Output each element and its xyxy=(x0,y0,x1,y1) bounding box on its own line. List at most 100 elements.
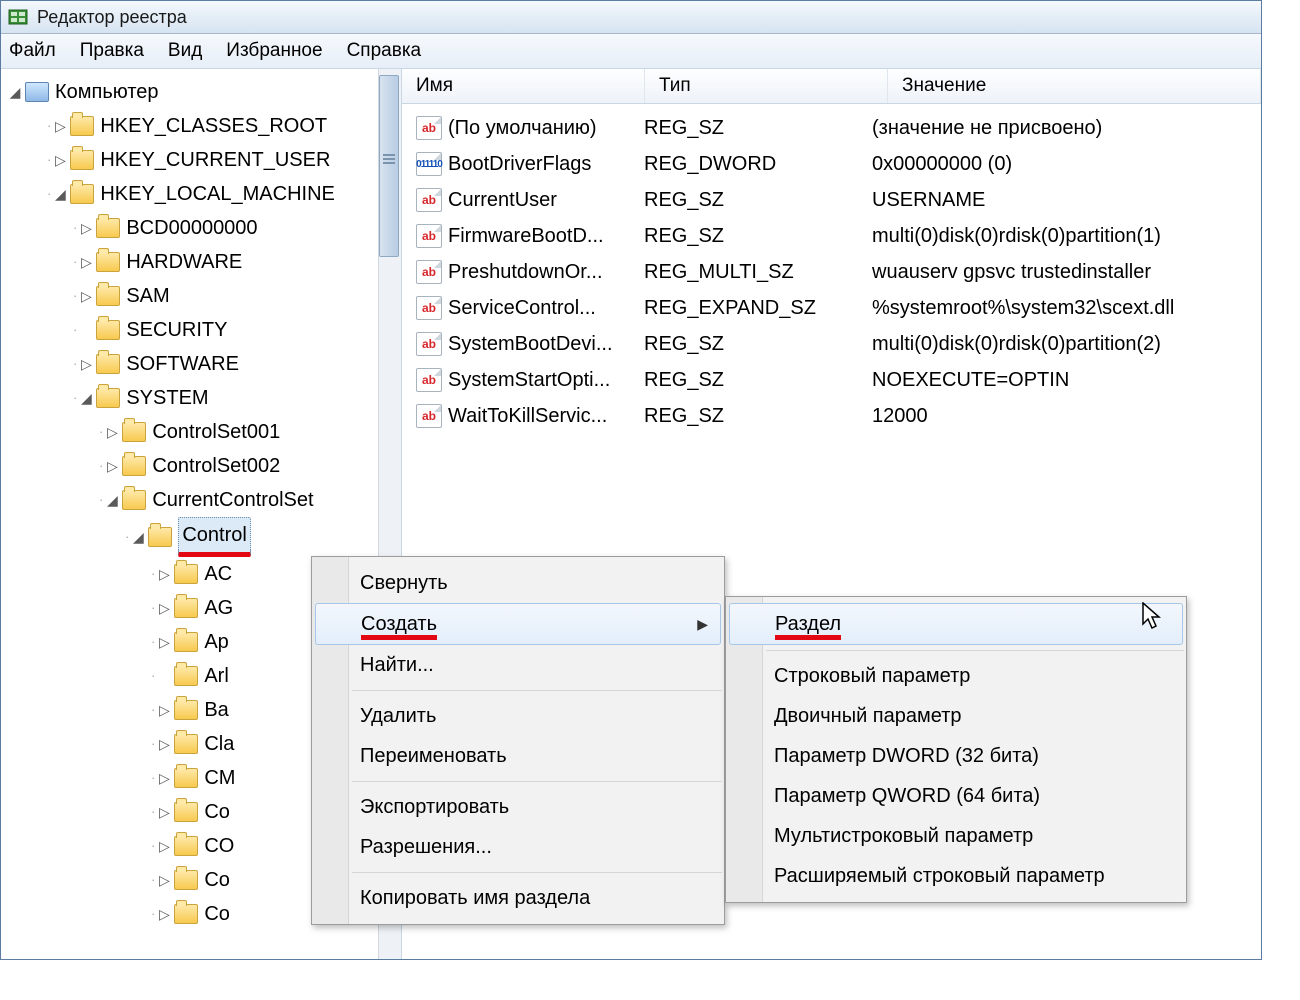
col-type[interactable]: Тип xyxy=(645,69,888,103)
value-row[interactable]: abSystemStartOpti...REG_SZ NOEXECUTE=OPT… xyxy=(402,362,1261,398)
tree-item[interactable]: · ▷HKEY_CURRENT_USER xyxy=(7,143,401,177)
tree-expander-icon[interactable]: ▷ xyxy=(156,693,172,727)
tree-item-label: CM xyxy=(204,761,235,795)
menu-item[interactable]: Параметр DWORD (32 бита) xyxy=(726,736,1186,776)
tree-expander-icon[interactable]: ▷ xyxy=(156,863,172,897)
menu-item-label: Экспортировать xyxy=(360,796,509,819)
tree-expander-icon[interactable]: ▷ xyxy=(156,761,172,795)
context-menu[interactable]: СвернутьСоздать▶Найти... УдалитьПереимено… xyxy=(311,556,725,925)
menu-help[interactable]: Справка xyxy=(347,40,422,62)
menu-item[interactable]: Свернуть xyxy=(312,563,724,603)
tree-item[interactable]: · ◢HKEY_LOCAL_MACHINE xyxy=(7,177,401,211)
menu-item[interactable]: Экспортировать xyxy=(312,787,724,827)
tree-expander-icon[interactable]: ◢ xyxy=(104,483,120,517)
tree-item-label: Ba xyxy=(204,693,228,727)
menu-item[interactable]: Мультистроковый параметр xyxy=(726,816,1186,856)
values-header[interactable]: Имя Тип Значение xyxy=(402,69,1261,104)
reg-bin-icon: 011110 xyxy=(416,152,442,176)
value-data: 0x00000000 (0) xyxy=(872,153,1261,176)
titlebar[interactable]: Редактор реестра xyxy=(1,1,1261,34)
value-name: (По умолчанию) xyxy=(448,117,597,140)
menu-separator xyxy=(352,690,722,691)
folder-icon xyxy=(174,564,198,584)
tree-expander-icon[interactable]: ▷ xyxy=(78,347,94,381)
tree-expander-icon[interactable]: ◢ xyxy=(78,381,94,415)
tree-item[interactable]: · ▷SOFTWARE xyxy=(7,347,401,381)
menu-edit[interactable]: Правка xyxy=(80,40,144,62)
value-type: REG_MULTI_SZ xyxy=(644,261,872,284)
value-row[interactable]: ab(По умолчанию)REG_SZ(значение не присв… xyxy=(402,110,1261,146)
value-type: REG_EXPAND_SZ xyxy=(644,297,872,320)
menu-item[interactable]: Строковый параметр xyxy=(726,656,1186,696)
tree-item-label: HKEY_LOCAL_MACHINE xyxy=(100,177,335,211)
menu-separator xyxy=(352,872,722,873)
tree-item-label: SAM xyxy=(126,279,169,313)
menu-view[interactable]: Вид xyxy=(168,40,202,62)
value-row[interactable]: abWaitToKillServic...REG_SZ12000 xyxy=(402,398,1261,434)
tree-item[interactable]: · ▷SAM xyxy=(7,279,401,313)
menu-item[interactable]: Раздел xyxy=(729,603,1183,645)
tree-expander-icon[interactable]: ▷ xyxy=(156,795,172,829)
menu-item[interactable]: Переименовать xyxy=(312,736,724,776)
value-row[interactable]: abCurrentUserREG_SZUSERNAME xyxy=(402,182,1261,218)
tree-item[interactable]: · ◢SYSTEM xyxy=(7,381,401,415)
value-name: ServiceControl... xyxy=(448,297,596,320)
tree-item[interactable]: · SECURITY xyxy=(7,313,401,347)
tree-expander-icon[interactable]: ▷ xyxy=(52,109,68,143)
menu-item[interactable]: Удалить xyxy=(312,696,724,736)
value-row[interactable]: abFirmwareBootD...REG_SZmulti(0)disk(0)r… xyxy=(402,218,1261,254)
tree-item[interactable]: · ◢CurrentControlSet xyxy=(7,483,401,517)
reg-ab-icon: ab xyxy=(416,260,442,284)
tree-expander-icon[interactable]: ▷ xyxy=(52,143,68,177)
menu-item[interactable]: Двоичный параметр xyxy=(726,696,1186,736)
menu-item[interactable]: Параметр QWORD (64 бита) xyxy=(726,776,1186,816)
tree-expander-icon[interactable]: ▷ xyxy=(156,727,172,761)
menu-item[interactable]: Найти... xyxy=(312,645,724,685)
folder-icon xyxy=(174,768,198,788)
scrollbar-thumb[interactable] xyxy=(379,75,399,257)
tree-expander-icon[interactable]: ◢ xyxy=(130,520,146,554)
tree-expander-icon[interactable]: ▷ xyxy=(156,591,172,625)
tree-expander-icon[interactable]: ▷ xyxy=(156,897,172,931)
tree-expander-icon[interactable]: ▷ xyxy=(104,415,120,449)
menu-item[interactable]: Копировать имя раздела xyxy=(312,878,724,918)
tree-item[interactable]: · ▷HARDWARE xyxy=(7,245,401,279)
tree-item[interactable]: · ◢Control xyxy=(7,517,401,557)
tree-expander-icon[interactable]: ◢ xyxy=(7,75,23,109)
tree-item[interactable]: · ▷BCD00000000 xyxy=(7,211,401,245)
menu-item-label: Мультистроковый параметр xyxy=(774,825,1033,848)
tree-expander-icon[interactable]: ▷ xyxy=(78,279,94,313)
tree-expander-icon[interactable]: ◢ xyxy=(52,177,68,211)
tree-expander-icon[interactable]: ▷ xyxy=(156,625,172,659)
menu-item[interactable]: Разрешения... xyxy=(312,827,724,867)
value-row[interactable]: abPreshutdownOr...REG_MULTI_SZwuauserv g… xyxy=(402,254,1261,290)
context-submenu-new[interactable]: Раздел Строковый параметрДвоичный парамет… xyxy=(725,596,1187,903)
menu-favorites[interactable]: Избранное xyxy=(226,40,322,62)
folder-icon xyxy=(70,184,94,204)
menubar[interactable]: Файл Правка Вид Избранное Справка xyxy=(1,34,1261,69)
tree-expander-icon[interactable]: ▷ xyxy=(104,449,120,483)
folder-icon xyxy=(174,734,198,754)
tree-expander-icon[interactable]: ▷ xyxy=(156,557,172,591)
menu-item-label: Расширяемый строковый параметр xyxy=(774,865,1105,888)
menu-item[interactable]: Создать▶ xyxy=(315,603,721,645)
menu-file[interactable]: Файл xyxy=(9,40,56,62)
tree-expander-icon[interactable]: ▷ xyxy=(78,245,94,279)
col-value[interactable]: Значение xyxy=(888,69,1261,103)
tree-item-label: SYSTEM xyxy=(126,381,208,415)
value-row[interactable]: abSystemBootDevi...REG_SZmulti(0)disk(0)… xyxy=(402,326,1261,362)
value-row[interactable]: 011110BootDriverFlagsREG_DWORD0x00000000… xyxy=(402,146,1261,182)
tree-item[interactable]: · ▷HKEY_CLASSES_ROOT xyxy=(7,109,401,143)
value-name: PreshutdownOr... xyxy=(448,261,603,284)
tree-expander-icon[interactable]: ▷ xyxy=(156,829,172,863)
tree-item[interactable]: · ▷ControlSet001 xyxy=(7,415,401,449)
menu-item[interactable]: Расширяемый строковый параметр xyxy=(726,856,1186,896)
tree-item[interactable]: · ▷ControlSet002 xyxy=(7,449,401,483)
reg-ab-icon: ab xyxy=(416,404,442,428)
tree-root[interactable]: ◢Компьютер xyxy=(7,75,401,109)
tree-expander-icon[interactable]: ▷ xyxy=(78,211,94,245)
col-name[interactable]: Имя xyxy=(402,69,645,103)
tree-item-label: AC xyxy=(204,557,232,591)
folder-icon xyxy=(174,632,198,652)
value-row[interactable]: abServiceControl...REG_EXPAND_SZ%systemr… xyxy=(402,290,1261,326)
